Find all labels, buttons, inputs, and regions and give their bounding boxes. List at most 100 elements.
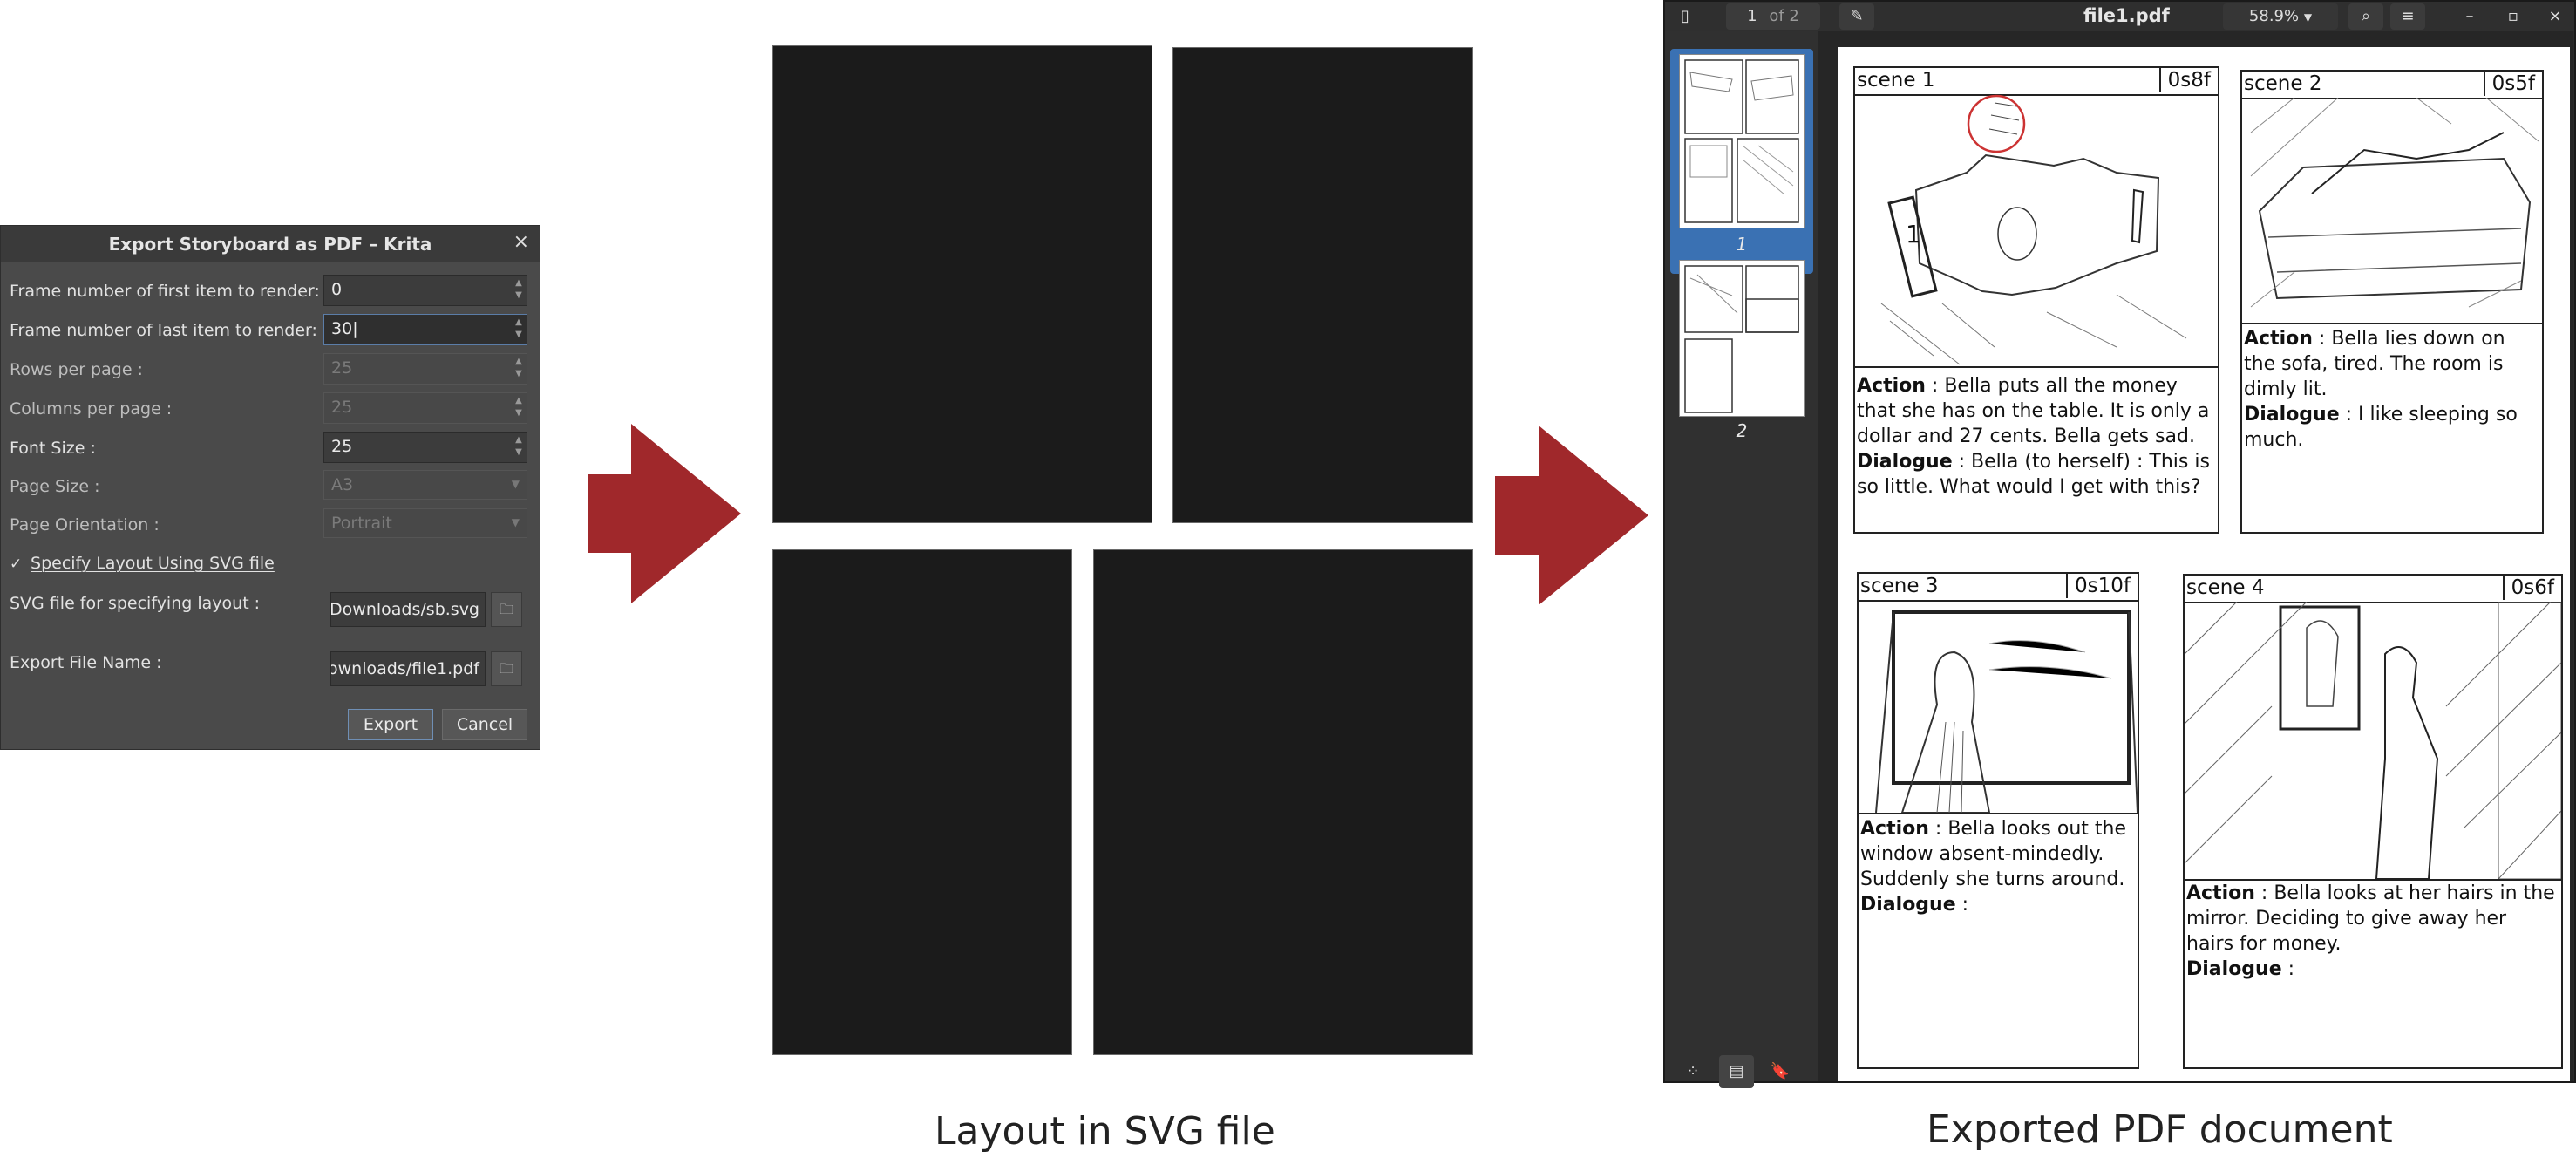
columns-spinbox[interactable]: 25 ▲ ▼ [323,392,527,424]
first-frame-value: 0 [331,280,343,299]
svg-file-label: SVG file for specifying layout : [10,594,261,613]
page-number-entry[interactable]: 1 of 2 [1726,3,1820,30]
layout-frame-4 [1093,549,1473,1055]
document-view[interactable]: scene 1 0s8f 1 Action: Bella puts all t… [1818,31,2573,1081]
thumbnail-page-2[interactable] [1679,260,1805,417]
pdf-viewer-window: ▯ 1 of 2 ✎ file1.pdf 58.9% ▼ ⌕ ≡ – ▫ × 1… [1663,0,2576,1088]
panel-text-3: Action : Bella looks out the window abse… [1859,816,2138,917]
export-file-value: Downloads/file1.pdf [330,659,479,678]
bookmark-icon[interactable]: 🔖 [1763,1055,1798,1088]
storyboard-panel-4: scene 4 0s6f Action : Bella looks at her… [2183,574,2563,1069]
annotate-pencil-icon[interactable]: ✎ [1839,3,1874,30]
scene-duration: 0s5f [2483,72,2542,96]
page-orientation-select[interactable]: Portrait ▼ [323,508,527,538]
first-frame-spinbox[interactable]: 0 ▲ ▼ [323,275,527,306]
dialog-title: Export Storyboard as PDF – Krita [108,234,432,255]
spin-arrows-icon[interactable]: ▲ ▼ [513,356,525,382]
storyboard-panel-1: scene 1 0s8f 1 Action: Bella puts all t… [1853,66,2219,534]
page-size-label: Page Size : [10,477,100,496]
page-total: of 2 [1769,7,1799,25]
outline-tab-icon[interactable]: ▤ [1719,1055,1754,1088]
document-title: file1.pdf [2083,5,2170,26]
chevron-down-icon: ▼ [511,516,520,528]
thumbnail-page-1[interactable] [1679,54,1805,228]
thumbnail-page-1-preview [1684,59,1799,223]
pdf-page: scene 1 0s8f 1 Action: Bella puts all t… [1838,47,2570,1081]
separator: : [2281,958,2295,980]
svg-file-value: Downloads/sb.svg [330,600,479,619]
spin-arrows-icon[interactable]: ▲ ▼ [513,395,525,421]
action-label: Action [1857,375,1926,397]
zoom-menu-button[interactable]: 58.9% ▼ [2223,3,2338,30]
export-button[interactable]: Export [348,709,433,740]
panel-header: scene 2 0s5f [2242,72,2542,99]
thumbnail-label-2: 2 [1736,420,1748,441]
storyboard-panel-3: scene 3 0s10f Action : Bella looks out t… [1857,572,2139,1069]
chevron-down-icon: ▼ [2303,11,2313,24]
thumbnail-label-1: 1 [1736,234,1748,255]
panel-header: scene 4 0s6f [2185,576,2561,603]
folder-icon: 🗀 [499,660,513,677]
panel-text-4: Action : Bella looks at her hairs in the… [2185,881,2561,982]
dialog-titlebar: Export Storyboard as PDF – Krita [1,226,540,262]
action-label: Action [1860,818,1929,840]
thumbnails-tab-icon[interactable]: ⁘ [1675,1055,1710,1088]
caption-exported: Exported PDF document [1927,1107,2393,1152]
layout-frame-2 [1172,47,1473,523]
rows-spinbox[interactable]: 25 ▲ ▼ [323,353,527,385]
svg-browse-button[interactable]: 🗀 [491,592,522,627]
panel-header: scene 3 0s10f [1859,574,2138,602]
maximize-icon[interactable]: ▫ [2498,3,2528,30]
dialogue-label: Dialogue [1857,451,1953,473]
svg-file-input[interactable]: Downloads/sb.svg [330,592,486,627]
export-browse-button[interactable]: 🗀 [491,651,522,686]
separator: : [1925,375,1945,397]
thumbnail-page-2-preview [1684,265,1799,413]
export-dialog: Export Storyboard as PDF – Krita × Frame… [0,225,540,750]
rows-value: 25 [331,358,353,378]
dialogue-label: Dialogue [2186,958,2282,980]
scene-duration: 0s6f [2502,576,2561,600]
folder-icon: 🗀 [499,601,513,617]
svg-text:1: 1 [1906,220,1921,249]
page-orientation-label: Page Orientation : [10,515,160,535]
columns-value: 25 [331,398,353,417]
chevron-down-icon: ▼ [511,478,520,490]
font-size-spinbox[interactable]: 25 ▲ ▼ [323,432,527,463]
dialogue-label: Dialogue [2244,404,2340,426]
close-icon[interactable]: × [513,231,529,253]
scene-duration: 0s10f [2066,574,2138,598]
last-frame-spinbox[interactable]: 30| ▲ ▼ [323,314,527,345]
zoom-level: 58.9% [2248,7,2300,25]
thumbnail-sidebar: 1 2 ⁘ ▤ 🔖 [1665,31,1818,1088]
arrow-right-icon [588,424,741,603]
minimize-icon[interactable]: – [2455,3,2484,30]
columns-label: Columns per page : [10,399,173,419]
separator: : [2254,882,2274,904]
font-size-label: Font Size : [10,439,96,458]
scene-name: scene 1 [1857,69,1935,92]
separator: : [1928,818,1948,840]
sidebar-toggle-icon[interactable]: ▯ [1670,3,1700,30]
separator: : [1955,894,1969,916]
panel-sketch-3 [1859,600,2138,814]
close-icon[interactable]: × [2540,3,2570,30]
dialogue-label: Dialogue [1860,894,1956,916]
cancel-button[interactable]: Cancel [442,709,527,740]
spin-arrows-icon[interactable]: ▲ ▼ [513,277,525,303]
scene-name: scene 3 [1860,575,1939,597]
page-orientation-value: Portrait [331,514,392,533]
action-label: Action [2244,328,2313,350]
separator: : [2312,328,2332,350]
arrow-right-icon [1495,426,1648,605]
spin-arrows-icon[interactable]: ▲ ▼ [513,317,525,343]
svg-layout-checkbox[interactable]: ✓ Specify Layout Using SVG file [10,554,275,573]
search-icon[interactable]: ⌕ [2348,3,2383,30]
panel-sketch-4 [2185,602,2561,881]
panel-text-2: Action : Bella lies down on the sofa, ti… [2242,326,2542,453]
page-size-select[interactable]: A3 ▼ [323,470,527,500]
scene-name: scene 2 [2244,72,2322,95]
menu-icon[interactable]: ≡ [2390,3,2425,30]
export-file-input[interactable]: Downloads/file1.pdf [330,651,486,686]
spin-arrows-icon[interactable]: ▲ ▼ [513,434,525,460]
